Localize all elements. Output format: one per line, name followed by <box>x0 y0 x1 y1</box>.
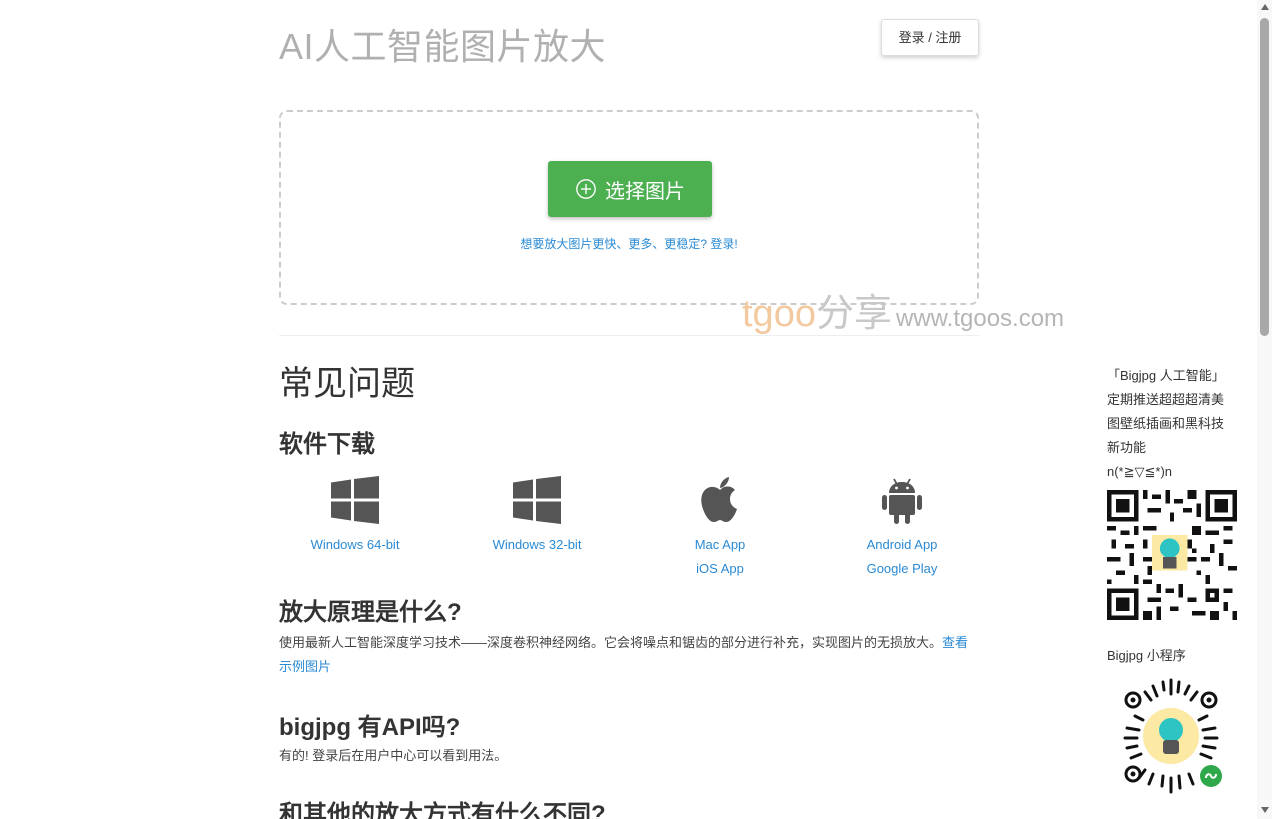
scroll-thumb[interactable] <box>1260 18 1269 336</box>
scroll-up-arrow-icon[interactable] <box>1261 4 1269 10</box>
principle-answer-text: 使用最新人工智能深度学习技术——深度卷积神经网络。它会将噪点和锯齿的部分进行补充… <box>279 635 943 650</box>
sidebar-line: 「Bigjpg 人工智能」 <box>1107 368 1225 383</box>
sidebar-line: 定期推送超超超清美 <box>1107 392 1225 407</box>
watermark-url: www.tgoos.com <box>895 305 1065 332</box>
windows-32-link[interactable]: Windows 32-bit <box>462 533 612 557</box>
site-title: AI人工智能图片放大 <box>279 26 607 67</box>
windows-64-link[interactable]: Windows 64-bit <box>280 533 430 557</box>
watermark-text: 分享 <box>815 293 892 335</box>
scroll-down-arrow-icon[interactable] <box>1261 807 1269 813</box>
windows-icon <box>331 476 379 524</box>
watermark: tgoo分享 www.tgoos.com <box>742 282 1064 337</box>
ios-app-link[interactable]: iOS App <box>645 557 795 581</box>
sidebar: 「Bigjpg 人工智能」 定期推送超超超清美 图壁纸插画和黑科技 新功能 n(… <box>1107 364 1247 805</box>
principle-question: 放大原理是什么? <box>279 599 462 626</box>
google-play-link[interactable]: Google Play <box>827 557 977 581</box>
api-answer: 有的! 登录后在用户中心可以看到用法。 <box>279 748 508 763</box>
download-windows-32: Windows 32-bit <box>462 472 612 557</box>
mini-program-code <box>1108 673 1234 799</box>
choose-image-button[interactable]: 选择图片 <box>548 161 712 217</box>
faq-title: 常见问题 <box>279 365 415 403</box>
windows-icon <box>513 476 561 524</box>
download-title: 软件下载 <box>279 431 375 458</box>
login-register-button[interactable]: 登录 / 注册 <box>881 19 979 56</box>
api-question: bigjpg 有API吗? <box>279 714 461 741</box>
sidebar-line: 图壁纸插画和黑科技 <box>1107 416 1225 431</box>
download-android: Android App Google Play <box>827 472 977 581</box>
apple-icon <box>701 477 737 522</box>
upgrade-login-link[interactable]: 想要放大图片更快、更多、更稳定? 登录! <box>281 235 977 252</box>
download-windows-64: Windows 64-bit <box>280 472 430 557</box>
choose-image-label: 选择图片 <box>605 180 685 203</box>
android-app-link[interactable]: Android App <box>827 533 977 557</box>
android-icon <box>882 478 922 524</box>
difference-question: 和其他的放大方式有什么不同? <box>279 801 606 819</box>
mini-program-title: Bigjpg 小程序 <box>1107 648 1186 663</box>
mac-app-link[interactable]: Mac App <box>645 533 795 557</box>
watermark-logo: tgoo <box>742 293 816 335</box>
sidebar-line: 新功能 <box>1107 440 1147 455</box>
vertical-scrollbar[interactable] <box>1257 0 1272 819</box>
download-apple: Mac App iOS App <box>645 472 795 581</box>
upload-dropzone[interactable]: 选择图片 想要放大图片更快、更多、更稳定? 登录! <box>279 110 979 305</box>
principle-answer: 使用最新人工智能深度学习技术——深度卷积神经网络。它会将噪点和锯齿的部分进行补充… <box>279 631 979 679</box>
sidebar-line: n(*≧▽≦*)n <box>1107 464 1173 479</box>
wechat-qr-code <box>1107 490 1237 620</box>
plus-circle-icon <box>576 179 596 199</box>
